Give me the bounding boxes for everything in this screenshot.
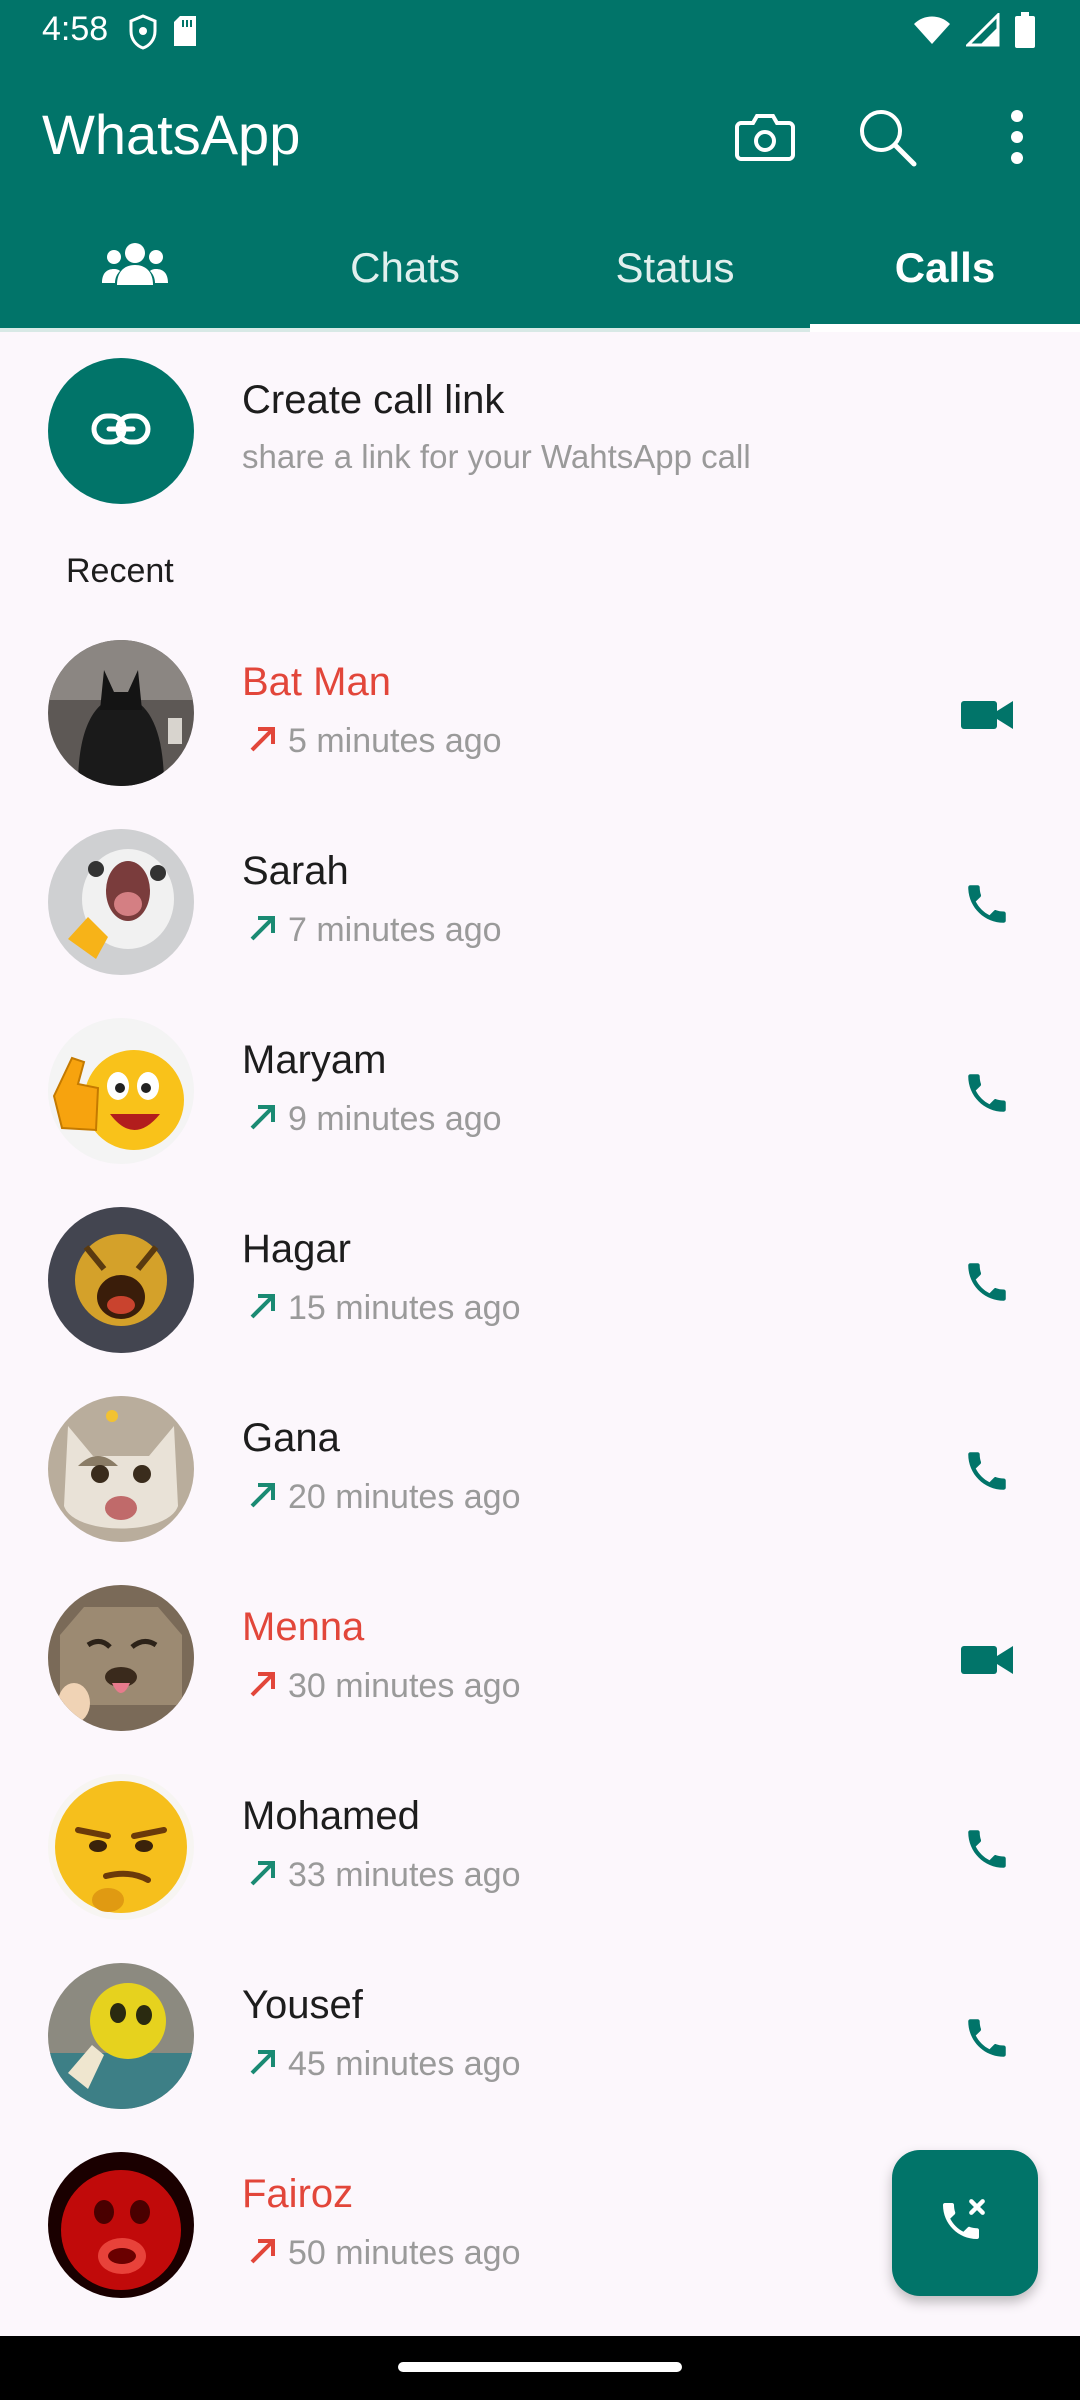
- battery-icon: [1014, 12, 1036, 53]
- outgoing-arrow-icon: [248, 724, 278, 759]
- search-icon[interactable]: [852, 102, 922, 172]
- call-item[interactable]: Maryam 9 minutes ago: [0, 998, 1080, 1187]
- contact-name: Sarah: [242, 849, 349, 893]
- create-call-link-title: Create call link: [242, 378, 505, 422]
- outgoing-arrow-icon: [248, 1480, 278, 1515]
- app-title: WhatsApp: [42, 103, 301, 166]
- community-icon: [102, 241, 168, 295]
- status-left-icons: [128, 14, 198, 55]
- call-meta: 30 minutes ago: [248, 1667, 521, 1706]
- camera-icon[interactable]: [730, 102, 800, 172]
- call-item[interactable]: Hagar 15 minutes ago: [0, 1187, 1080, 1376]
- create-call-link-subtitle: share a link for your WahtsApp call: [242, 438, 751, 475]
- contact-name: Yousef: [242, 1983, 363, 2027]
- create-call-link-row[interactable]: Create call link share a link for your W…: [0, 350, 1080, 510]
- call-time: 15 minutes ago: [288, 1289, 521, 1327]
- contact-name: Bat Man: [242, 660, 391, 704]
- call-time: 5 minutes ago: [288, 722, 502, 760]
- call-item[interactable]: Menna 30 minutes ago: [0, 1565, 1080, 1754]
- voice-call-icon[interactable]: [952, 1058, 1022, 1128]
- video-call-icon[interactable]: [952, 680, 1022, 750]
- sd-card-icon: [172, 14, 198, 55]
- avatar[interactable]: [48, 1018, 194, 1164]
- status-right-icons: [912, 11, 1036, 53]
- voice-call-icon[interactable]: [952, 1247, 1022, 1317]
- avatar[interactable]: [48, 640, 194, 786]
- create-call-link-avatar: [48, 358, 194, 504]
- call-meta: 50 minutes ago: [248, 2234, 521, 2273]
- call-time: 45 minutes ago: [288, 2045, 521, 2083]
- tab-chats[interactable]: Chats: [270, 204, 540, 332]
- avatar[interactable]: [48, 1774, 194, 1920]
- tab-community[interactable]: [0, 204, 270, 332]
- voice-call-icon[interactable]: [952, 1436, 1022, 1506]
- call-meta: 45 minutes ago: [248, 2045, 521, 2084]
- contact-name: Maryam: [242, 1038, 387, 1082]
- status-bar: 4:58: [0, 0, 1080, 64]
- video-call-icon[interactable]: [952, 1625, 1022, 1695]
- new-call-fab[interactable]: [892, 2150, 1038, 2296]
- contact-name: Mohamed: [242, 1794, 420, 1838]
- call-time: 30 minutes ago: [288, 1667, 521, 1705]
- call-meta: 7 minutes ago: [248, 911, 502, 950]
- contact-name: Fairoz: [242, 2172, 354, 2216]
- call-item[interactable]: Mohamed 33 minutes ago: [0, 1754, 1080, 1943]
- recent-section-label: Recent: [66, 552, 174, 590]
- call-time: 7 minutes ago: [288, 911, 502, 949]
- outgoing-arrow-icon: [248, 1291, 278, 1326]
- wifi-icon: [912, 14, 952, 51]
- avatar[interactable]: [48, 1585, 194, 1731]
- tab-divider: [0, 328, 810, 332]
- avatar[interactable]: [48, 2152, 194, 2298]
- call-item[interactable]: Sarah 7 minutes ago: [0, 809, 1080, 998]
- voice-call-icon[interactable]: [952, 869, 1022, 939]
- outgoing-arrow-icon: [248, 1102, 278, 1137]
- avatar[interactable]: [48, 829, 194, 975]
- voice-call-icon[interactable]: [952, 2003, 1022, 2073]
- more-vert-icon[interactable]: [982, 102, 1052, 172]
- shield-icon: [128, 14, 158, 55]
- outgoing-arrow-icon: [248, 1858, 278, 1893]
- outgoing-arrow-icon: [248, 2236, 278, 2271]
- outgoing-arrow-icon: [248, 913, 278, 948]
- status-time: 4:58: [42, 10, 109, 48]
- home-gesture-handle[interactable]: [398, 2362, 682, 2372]
- tab-calls[interactable]: Calls: [810, 204, 1080, 332]
- call-time: 50 minutes ago: [288, 2234, 521, 2272]
- call-meta: 9 minutes ago: [248, 1100, 502, 1139]
- contact-name: Menna: [242, 1605, 365, 1649]
- call-item[interactable]: Bat Man 5 minutes ago: [0, 620, 1080, 809]
- call-meta: 5 minutes ago: [248, 722, 502, 761]
- call-time: 20 minutes ago: [288, 1478, 521, 1516]
- avatar[interactable]: [48, 1207, 194, 1353]
- contact-name: Hagar: [242, 1227, 351, 1271]
- call-item[interactable]: Gana 20 minutes ago: [0, 1376, 1080, 1565]
- tab-status[interactable]: Status: [540, 204, 810, 332]
- avatar[interactable]: [48, 1396, 194, 1542]
- link-icon: [91, 412, 151, 451]
- voice-call-icon[interactable]: [952, 1814, 1022, 1884]
- outgoing-arrow-icon: [248, 2047, 278, 2082]
- app-bar: WhatsApp: [0, 64, 1080, 204]
- outgoing-arrow-icon: [248, 1669, 278, 1704]
- system-nav-bar: [0, 2336, 1080, 2400]
- signal-icon: [964, 11, 1000, 52]
- call-time: 33 minutes ago: [288, 1856, 521, 1894]
- tab-bar: Chats Status Calls: [0, 204, 1080, 332]
- call-meta: 20 minutes ago: [248, 1478, 521, 1517]
- call-time: 9 minutes ago: [288, 1100, 502, 1138]
- call-meta: 15 minutes ago: [248, 1289, 521, 1328]
- call-meta: 33 minutes ago: [248, 1856, 521, 1895]
- tab-indicator: [810, 324, 1080, 332]
- call-item[interactable]: Yousef 45 minutes ago: [0, 1943, 1080, 2132]
- contact-name: Gana: [242, 1416, 340, 1460]
- add-call-icon: [937, 2193, 993, 2254]
- avatar[interactable]: [48, 1963, 194, 2109]
